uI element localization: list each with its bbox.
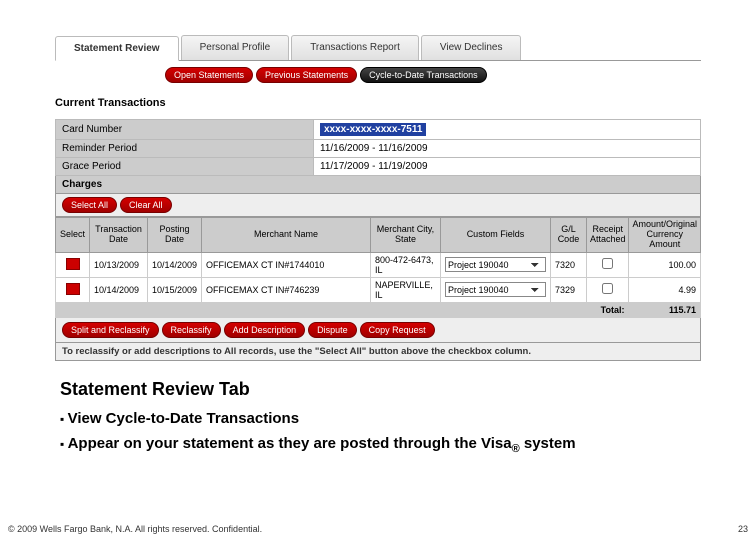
col-post-date: Posting Date [148,218,202,253]
receipt-checkbox[interactable] [602,283,613,294]
reminder-period-label: Reminder Period [56,140,314,158]
total-row: Total: 115.71 [56,302,701,317]
grace-period-label: Grace Period [56,158,314,176]
col-tx-date: Transaction Date [90,218,148,253]
tab-view-declines[interactable]: View Declines [421,35,522,60]
cell-city: NAPERVILLE, IL [370,277,440,302]
cell-gl: 7320 [550,252,586,277]
col-custom: Custom Fields [440,218,550,253]
cell-tx-date: 10/13/2009 [90,252,148,277]
slide-title: Statement Review Tab [60,379,696,400]
footer: © 2009 Wells Fargo Bank, N.A. All rights… [8,524,748,534]
bullet-1: View Cycle-to-Date Transactions [60,410,696,427]
grace-period-value: 11/17/2009 - 11/19/2009 [314,158,701,176]
tab-personal-profile[interactable]: Personal Profile [181,35,290,60]
hint-text: To reclassify or add descriptions to All… [55,343,701,361]
col-amount: Amount/Original Currency Amount [629,218,701,253]
subtab-cycle-to-date[interactable]: Cycle-to-Date Transactions [360,67,487,83]
account-info-table: Card Number xxxx-xxxx-xxxx-7511 Reminder… [55,119,701,176]
cell-merchant: OFFICEMAX CT IN#746239 [202,277,371,302]
tab-transactions-report[interactable]: Transactions Report [291,35,419,60]
total-label: Total: [56,302,629,317]
copy-request-button[interactable]: Copy Request [360,322,435,338]
col-city: Merchant City, State [370,218,440,253]
custom-field-select[interactable]: Project 190040 [445,257,546,272]
subtab-previous-statements[interactable]: Previous Statements [256,67,357,83]
copyright: © 2009 Wells Fargo Bank, N.A. All rights… [8,524,262,534]
slide-content: Statement Review Tab View Cycle-to-Date … [0,361,756,455]
dispute-button[interactable]: Dispute [308,322,357,338]
cell-amount: 4.99 [629,277,701,302]
cell-post-date: 10/15/2009 [148,277,202,302]
subtab-open-statements[interactable]: Open Statements [165,67,253,83]
selection-buttons: Select All Clear All [55,194,701,217]
total-value: 115.71 [629,302,701,317]
cell-amount: 100.00 [629,252,701,277]
row-select-checkbox[interactable] [66,258,80,270]
col-merchant: Merchant Name [202,218,371,253]
action-buttons: Split and Reclassify Reclassify Add Desc… [55,318,701,343]
split-reclassify-button[interactable]: Split and Reclassify [62,322,159,338]
cell-gl: 7329 [550,277,586,302]
clear-all-button[interactable]: Clear All [120,197,172,213]
add-description-button[interactable]: Add Description [224,322,306,338]
select-all-button[interactable]: Select All [62,197,117,213]
sub-tabs: Open Statements Previous Statements Cycl… [55,61,701,83]
bullet-2: Appear on your statement as they are pos… [60,435,696,455]
table-row: 10/13/2009 10/14/2009 OFFICEMAX CT IN#17… [56,252,701,277]
tab-statement-review[interactable]: Statement Review [55,36,179,61]
col-select: Select [56,218,90,253]
cell-post-date: 10/14/2009 [148,252,202,277]
cell-merchant: OFFICEMAX CT IN#1744010 [202,252,371,277]
reclassify-button[interactable]: Reclassify [162,322,221,338]
transactions-table: Select Transaction Date Posting Date Mer… [55,217,701,318]
row-select-checkbox[interactable] [66,283,80,295]
col-receipt: Receipt Attached [586,218,629,253]
cell-tx-date: 10/14/2009 [90,277,148,302]
card-number-label: Card Number [56,120,314,140]
col-gl: G/L Code [550,218,586,253]
card-number-value: xxxx-xxxx-xxxx-7511 [314,120,701,140]
page-number: 23 [738,524,748,534]
receipt-checkbox[interactable] [602,258,613,269]
reminder-period-value: 11/16/2009 - 11/16/2009 [314,140,701,158]
section-title: Current Transactions [55,97,701,109]
table-row: 10/14/2009 10/15/2009 OFFICEMAX CT IN#74… [56,277,701,302]
custom-field-select[interactable]: Project 190040 [445,282,546,297]
main-tabs: Statement Review Personal Profile Transa… [55,35,701,61]
cell-city: 800-472-6473, IL [370,252,440,277]
charges-header: Charges [55,176,701,194]
